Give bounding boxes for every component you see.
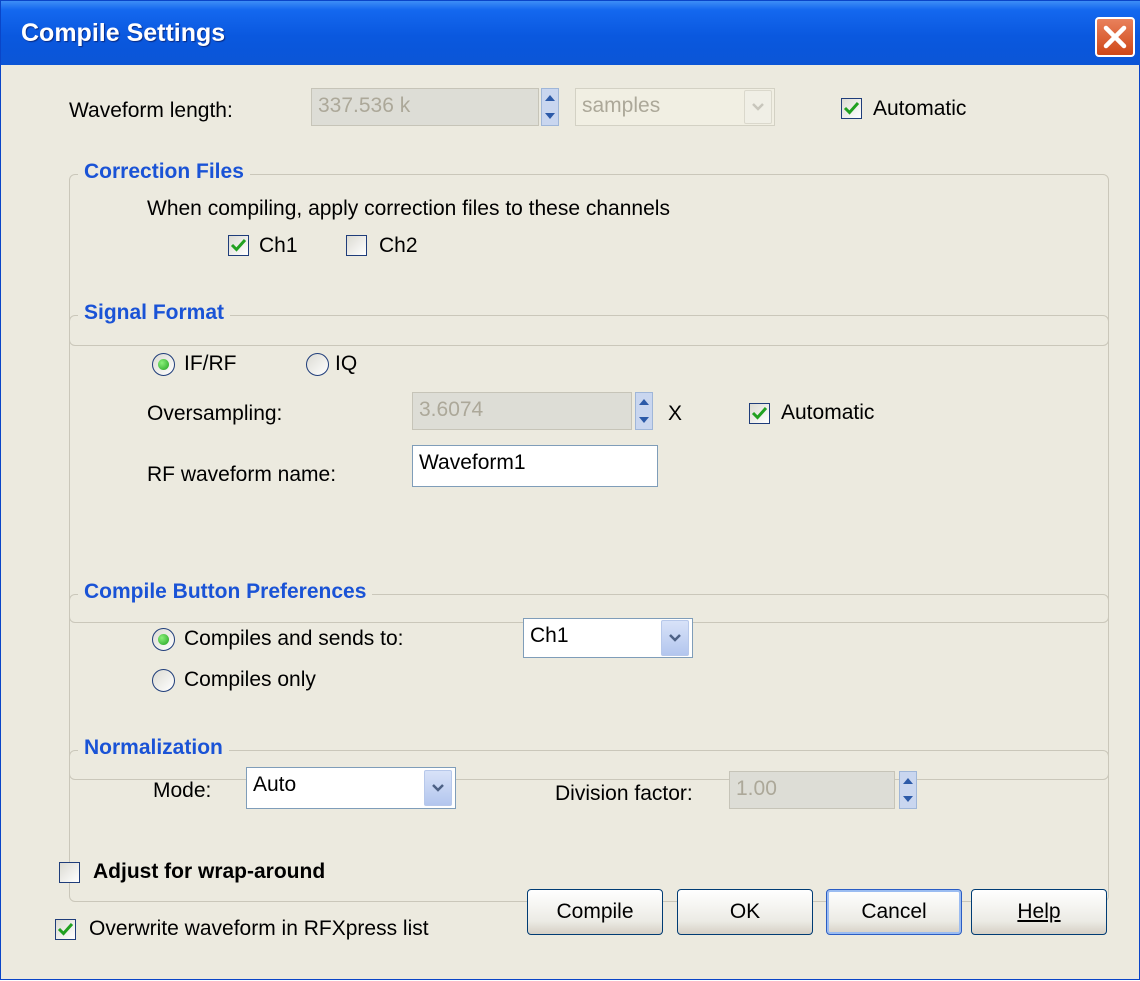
cancel-button[interactable]: Cancel bbox=[826, 889, 962, 935]
division-factor-spinner[interactable] bbox=[899, 771, 917, 809]
help-button[interactable]: Help bbox=[971, 889, 1107, 935]
spin-up-icon[interactable] bbox=[900, 772, 916, 789]
iq-radio[interactable] bbox=[306, 353, 329, 376]
chevron-down-icon bbox=[432, 784, 444, 792]
title-bar[interactable]: Compile Settings bbox=[1, 1, 1140, 65]
waveform-automatic-label: Automatic bbox=[873, 97, 967, 120]
check-icon bbox=[57, 922, 74, 936]
ch2-checkbox[interactable] bbox=[346, 235, 367, 256]
compiles-and-sends-radio[interactable] bbox=[152, 628, 175, 651]
spin-down-icon[interactable] bbox=[900, 791, 916, 808]
spin-down-icon[interactable] bbox=[636, 412, 652, 429]
iq-label: IQ bbox=[335, 352, 358, 375]
check-icon bbox=[751, 406, 768, 420]
chevron-down-icon bbox=[752, 103, 764, 111]
compile-settings-dialog: Compile Settings Waveform length: 337.53… bbox=[0, 0, 1140, 980]
compiles-only-label: Compiles only bbox=[184, 668, 316, 691]
overwrite-waveform-checkbox[interactable] bbox=[55, 919, 76, 940]
mode-value: Auto bbox=[253, 773, 297, 796]
mode-dropdown-button[interactable] bbox=[424, 770, 452, 806]
overwrite-waveform-label: Overwrite waveform in RFXpress list bbox=[89, 917, 429, 940]
spin-up-icon[interactable] bbox=[542, 89, 558, 106]
correction-files-description: When compiling, apply correction files t… bbox=[147, 197, 670, 220]
check-icon bbox=[230, 238, 247, 252]
signal-format-title: Signal Format bbox=[78, 301, 231, 325]
waveform-unit-dropdown-button[interactable] bbox=[744, 90, 772, 124]
close-button[interactable] bbox=[1095, 17, 1135, 57]
waveform-length-spinner[interactable] bbox=[541, 88, 559, 126]
ch1-label: Ch1 bbox=[259, 234, 298, 257]
division-factor-input[interactable]: 1.00 bbox=[729, 771, 895, 809]
oversampling-automatic-checkbox[interactable] bbox=[749, 403, 770, 424]
oversampling-label: Oversampling: bbox=[147, 402, 283, 425]
waveform-length-input[interactable]: 337.536 k bbox=[311, 88, 539, 126]
wrap-around-label: Adjust for wrap-around bbox=[93, 860, 326, 883]
waveform-length-label: Waveform length: bbox=[69, 99, 233, 122]
rf-waveform-name-input[interactable]: Waveform1 bbox=[412, 445, 658, 487]
window-title: Compile Settings bbox=[21, 19, 226, 47]
ch1-checkbox[interactable] bbox=[228, 235, 249, 256]
ok-button[interactable]: OK bbox=[677, 889, 813, 935]
compile-button[interactable]: Compile bbox=[527, 889, 663, 935]
send-target-dropdown-button[interactable] bbox=[661, 620, 689, 656]
division-factor-label: Division factor: bbox=[555, 782, 693, 805]
waveform-automatic-checkbox[interactable] bbox=[841, 98, 862, 119]
chevron-down-icon bbox=[669, 634, 681, 642]
rf-waveform-name-label: RF waveform name: bbox=[147, 463, 337, 486]
ch2-label: Ch2 bbox=[379, 234, 418, 257]
oversampling-input[interactable]: 3.6074 bbox=[412, 392, 632, 430]
wrap-around-checkbox[interactable] bbox=[59, 862, 80, 883]
oversampling-unit: X bbox=[668, 402, 683, 425]
compile-button-preferences-title: Compile Button Preferences bbox=[78, 580, 373, 604]
compiles-only-radio[interactable] bbox=[152, 669, 175, 692]
close-icon bbox=[1103, 25, 1127, 49]
oversampling-spinner[interactable] bbox=[635, 392, 653, 430]
send-target-value: Ch1 bbox=[530, 624, 569, 647]
normalization-title: Normalization bbox=[78, 736, 229, 760]
mode-label: Mode: bbox=[153, 779, 212, 802]
oversampling-automatic-label: Automatic bbox=[781, 401, 875, 424]
radio-selected-dot bbox=[158, 634, 169, 645]
correction-files-title: Correction Files bbox=[78, 160, 250, 184]
waveform-unit-value: samples bbox=[582, 94, 661, 117]
spin-up-icon[interactable] bbox=[636, 393, 652, 410]
compiles-and-sends-label: Compiles and sends to: bbox=[184, 627, 404, 650]
radio-selected-dot bbox=[158, 359, 169, 370]
spin-down-icon[interactable] bbox=[542, 108, 558, 125]
ifrf-radio[interactable] bbox=[152, 353, 175, 376]
check-icon bbox=[843, 101, 860, 115]
ifrf-label: IF/RF bbox=[184, 352, 237, 375]
dialog-body: Waveform length: 337.536 k samples Autom… bbox=[1, 65, 1140, 981]
